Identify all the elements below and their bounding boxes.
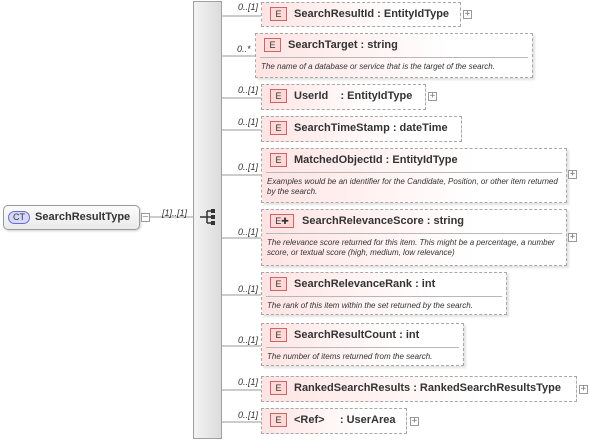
collapse-icon[interactable]: – bbox=[141, 213, 150, 222]
occurrence-label: 0..[1] bbox=[238, 377, 259, 387]
element-documentation: The name of a database or service that i… bbox=[261, 62, 495, 71]
occurrence-label: 0..[1] bbox=[238, 335, 259, 345]
element-search-time-stamp[interactable]: E SearchTimeStamp : dateTime bbox=[261, 116, 462, 142]
element-documentation: Examples would be an identifier for the … bbox=[267, 177, 558, 196]
element-search-target[interactable]: E SearchTarget : string The name of a da… bbox=[255, 33, 533, 78]
occurrence-label: 0..[1] bbox=[238, 2, 259, 12]
element-search-relevance-rank[interactable]: E SearchRelevanceRank : int The rank of … bbox=[261, 272, 507, 315]
sequence-occurrence: [1]..[1] bbox=[162, 208, 188, 218]
complex-type-badge: CT bbox=[8, 211, 30, 224]
separator bbox=[266, 347, 459, 348]
sequence-compositor-icon bbox=[200, 209, 215, 225]
element-badge: E✚ bbox=[270, 214, 294, 228]
element-name: MatchedObjectId : EntityIdType bbox=[294, 154, 458, 166]
element-badge: E bbox=[270, 381, 287, 395]
element-name: RankedSearchResults : RankedSearchResult… bbox=[294, 382, 561, 394]
element-documentation: The rank of this item within the set ret… bbox=[267, 301, 473, 310]
element-name: SearchResultId : EntityIdType bbox=[294, 8, 450, 20]
separator bbox=[260, 57, 528, 58]
element-name: <Ref> : UserArea bbox=[294, 414, 396, 426]
separator bbox=[266, 172, 562, 173]
complex-type-name: SearchResultType bbox=[35, 211, 131, 223]
element-badge: E bbox=[270, 277, 287, 291]
element-search-result-count[interactable]: E SearchResultCount : int The number of … bbox=[261, 323, 464, 366]
element-name: SearchResultCount : int bbox=[294, 329, 420, 341]
element-documentation: The number of items returned from the se… bbox=[267, 352, 433, 361]
element-badge: E bbox=[270, 413, 287, 427]
element-badge: E bbox=[264, 38, 281, 52]
separator bbox=[266, 233, 562, 234]
complex-type-node[interactable]: CT SearchResultType bbox=[3, 205, 140, 230]
element-badge: E bbox=[270, 7, 287, 21]
element-name: SearchRelevanceRank : int bbox=[294, 278, 436, 290]
element-badge: E bbox=[270, 89, 287, 103]
plus-expand-icon[interactable]: + bbox=[428, 92, 437, 101]
element-name: SearchRelevanceScore : string bbox=[302, 215, 465, 227]
element-badge: E bbox=[270, 328, 287, 342]
plus-expand-icon[interactable]: + bbox=[410, 417, 419, 426]
occurrence-label: 0..[1] bbox=[238, 162, 259, 172]
occurrence-label: 0..[1] bbox=[238, 227, 259, 237]
element-ranked-search-results[interactable]: E RankedSearchResults : RankedSearchResu… bbox=[261, 376, 577, 402]
element-user-id[interactable]: E UserId : EntityIdType bbox=[261, 84, 426, 110]
occurrence-label: 0..[1] bbox=[238, 117, 259, 127]
element-name: UserId : EntityIdType bbox=[294, 90, 413, 102]
occurrence-label: 0..[1] bbox=[238, 85, 259, 95]
occurrence-label: 0..* bbox=[237, 44, 251, 54]
plus-expand-icon[interactable]: + bbox=[463, 10, 472, 19]
element-search-result-id[interactable]: E SearchResultId : EntityIdType bbox=[261, 2, 461, 27]
element-badge: E bbox=[270, 153, 287, 167]
occurrence-label: 0..[1] bbox=[238, 410, 259, 420]
element-badge: E bbox=[270, 121, 287, 135]
separator bbox=[266, 296, 502, 297]
element-name: SearchTarget : string bbox=[288, 39, 398, 51]
element-name: SearchTimeStamp : dateTime bbox=[294, 122, 448, 134]
element-documentation: The relevance score returned for this it… bbox=[267, 238, 555, 257]
plus-expand-icon[interactable]: + bbox=[568, 233, 577, 242]
occurrence-label: 0..[1] bbox=[238, 284, 259, 294]
element-user-area-ref[interactable]: E <Ref> : UserArea bbox=[261, 408, 407, 434]
element-search-relevance-score[interactable]: E✚ SearchRelevanceScore : string The rel… bbox=[261, 209, 567, 266]
plus-expand-icon[interactable]: + bbox=[579, 385, 588, 394]
element-matched-object-id[interactable]: E MatchedObjectId : EntityIdType Example… bbox=[261, 148, 567, 203]
plus-expand-icon[interactable]: + bbox=[568, 170, 577, 179]
